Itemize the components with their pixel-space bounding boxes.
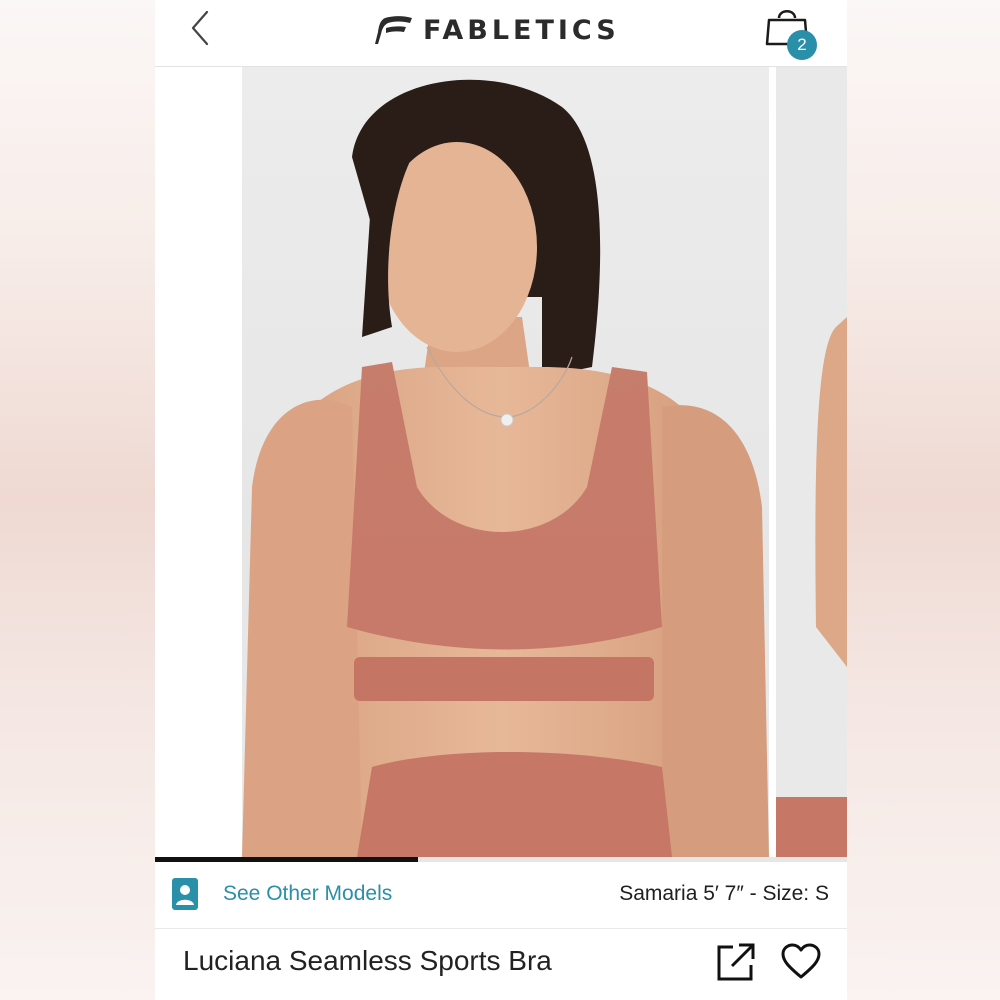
- share-button[interactable]: [717, 943, 755, 981]
- product-photo-next[interactable]: [776, 67, 847, 857]
- brand-logo[interactable]: FABLETICS: [375, 12, 620, 48]
- product-title: Luciana Seamless Sports Bra: [183, 945, 552, 976]
- model-size-info: Samaria 5′ 7″ - Size: S: [619, 882, 829, 905]
- backdrop-right: [847, 0, 1000, 1000]
- fabletics-f-icon: [375, 16, 412, 44]
- model-photo-partial: [776, 317, 847, 857]
- share-external-icon: [717, 943, 755, 981]
- product-title-row: Luciana Seamless Sports Bra: [155, 929, 847, 1000]
- back-button[interactable]: [181, 8, 221, 48]
- see-other-models-link[interactable]: See Other Models: [223, 882, 392, 906]
- person-badge-icon: [172, 878, 198, 910]
- model-photo: [242, 79, 769, 857]
- cart-count-badge: 2: [787, 30, 817, 60]
- model-info-row: See Other Models Samaria 5′ 7″ - Size: S: [155, 862, 847, 929]
- top-navigation-bar: FABLETICS 2: [155, 0, 847, 67]
- product-page: FABLETICS 2 See Other Models Samaria 5′ …: [155, 0, 847, 1000]
- shopping-bag-button[interactable]: 2: [765, 6, 825, 60]
- backdrop-left: [0, 0, 155, 1000]
- heart-icon: [781, 943, 821, 979]
- product-photo-main[interactable]: [242, 67, 769, 857]
- brand-name: FABLETICS: [423, 14, 620, 46]
- favorite-button[interactable]: [781, 943, 821, 981]
- product-image-carousel[interactable]: [155, 67, 847, 863]
- chevron-left-icon: [191, 10, 209, 46]
